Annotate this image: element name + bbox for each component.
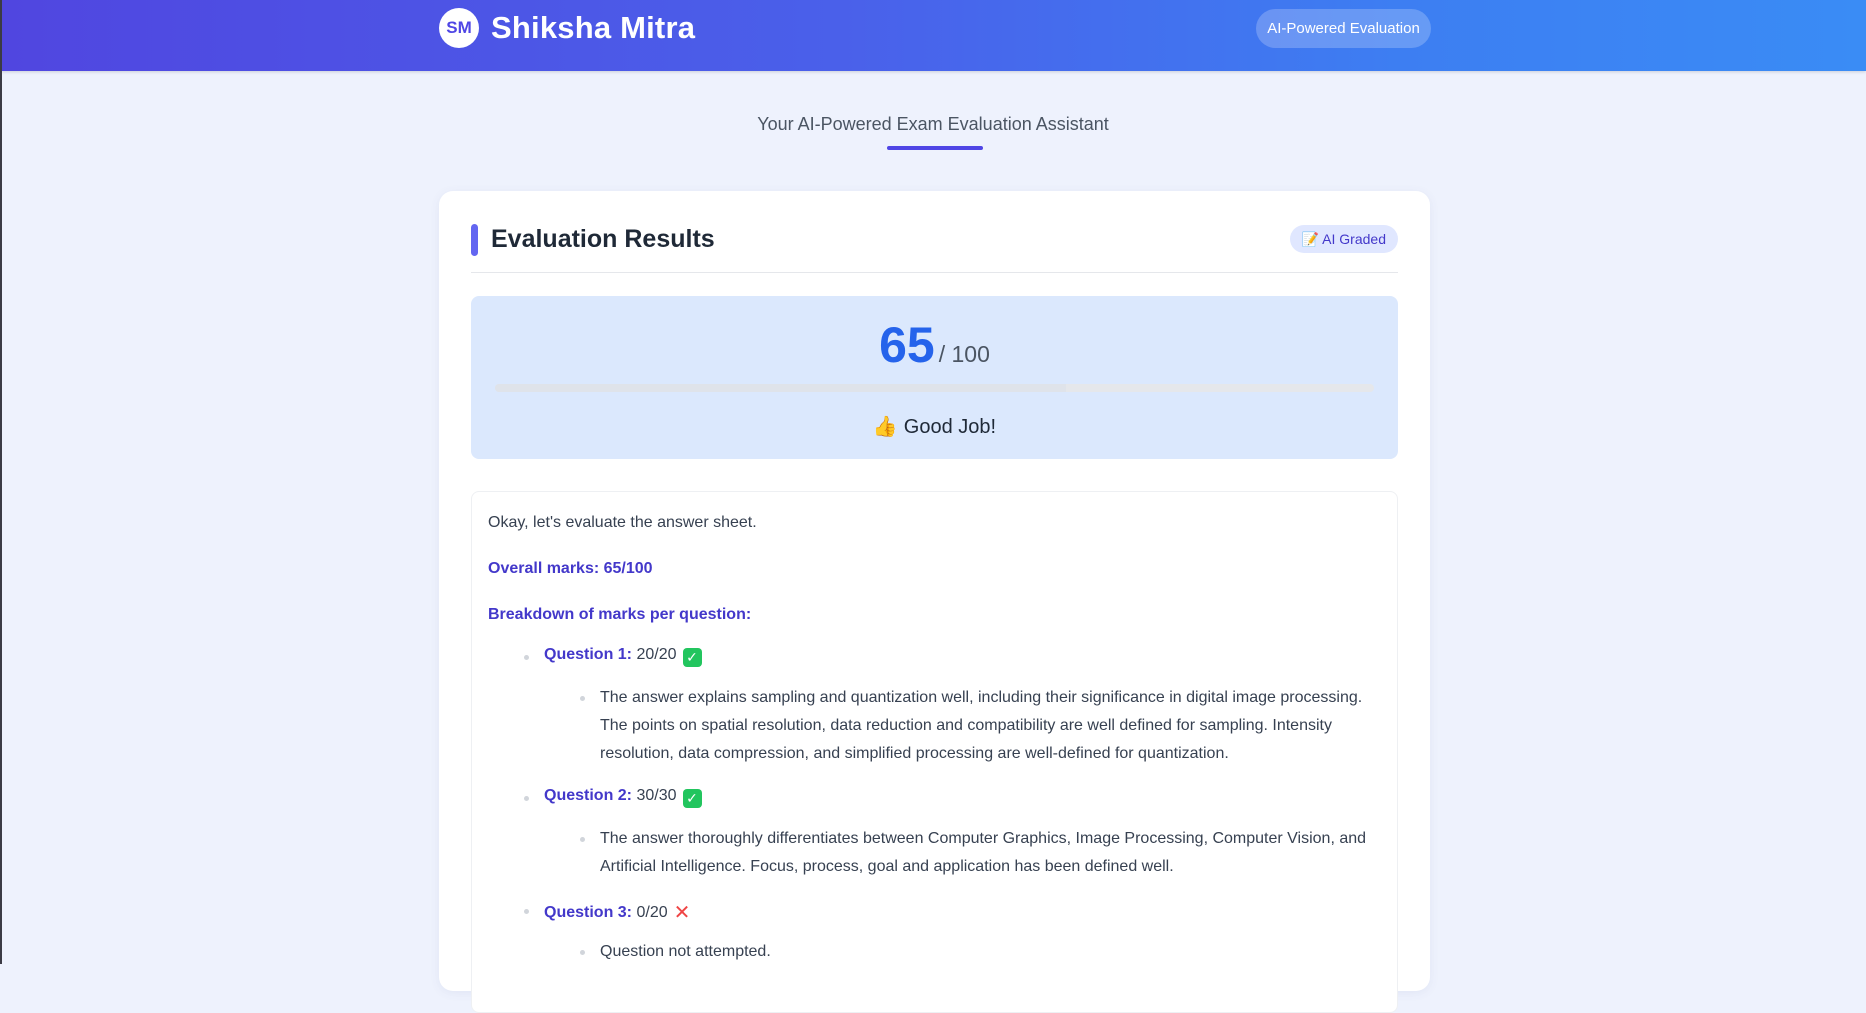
list-bullet	[524, 655, 529, 660]
question-item: Question 2: 30/30 ✓	[544, 787, 702, 808]
page-tagline: Your AI-Powered Exam Evaluation Assistan…	[757, 114, 1109, 134]
results-title: Evaluation Results	[491, 225, 715, 253]
list-bullet	[580, 950, 585, 955]
question-comment: Question not attempted.	[600, 943, 771, 960]
question-label: Question 2:	[544, 787, 633, 804]
check-icon: ✓	[682, 789, 702, 808]
cross-icon: ✕	[673, 902, 691, 924]
list-bullet	[524, 909, 529, 914]
title-accent-bar	[471, 224, 478, 256]
score-display: 65/ 100	[471, 316, 1398, 374]
question-marks: 0/20	[636, 904, 668, 921]
ai-graded-badge: 📝 AI Graded	[1289, 225, 1398, 253]
score-value: 65	[879, 317, 935, 373]
score-total: / 100	[938, 341, 990, 367]
question-marks: 20/20	[636, 646, 677, 663]
list-bullet	[580, 837, 585, 842]
score-progress-fill	[495, 384, 1067, 392]
card-header: Evaluation Results 📝 AI Graded	[471, 222, 1398, 273]
question-marks: 30/30	[636, 787, 677, 804]
question-comment: The answer explains sampling and quantiz…	[600, 689, 1363, 762]
overall-marks: Overall marks: 65/100	[488, 560, 653, 577]
feedback-intro: Okay, let's evaluate the answer sheet.	[488, 514, 757, 531]
window-edge	[0, 0, 2, 964]
score-message-text: Good Job!	[903, 416, 997, 438]
breakdown-heading: Breakdown of marks per question:	[488, 606, 752, 623]
list-bullet	[524, 796, 529, 801]
question-label: Question 1:	[544, 646, 633, 663]
app-name: Shiksha Mitra	[491, 10, 696, 45]
check-icon: ✓	[682, 648, 702, 667]
top-header: SM Shiksha Mitra AI-Powered Evaluation	[0, 0, 1866, 71]
feedback-panel: Okay, let's evaluate the answer sheet. O…	[471, 491, 1398, 1013]
question-label: Question 3:	[544, 904, 633, 921]
question-item: Question 3: 0/20 ✕	[544, 900, 690, 925]
thumbs-up-icon: 👍	[872, 416, 898, 438]
list-bullet	[580, 696, 585, 701]
ai-powered-badge: AI-Powered Evaluation	[1256, 9, 1431, 48]
question-item: Question 1: 20/20 ✓	[544, 646, 702, 667]
brand-logo[interactable]: SM Shiksha Mitra	[439, 8, 695, 48]
logo-icon: SM	[439, 8, 479, 48]
question-comment: The answer thoroughly differentiates bet…	[600, 830, 1367, 875]
score-message: 👍 Good Job!	[471, 414, 1398, 439]
score-panel: 65/ 100 👍 Good Job!	[471, 296, 1398, 459]
results-card: Evaluation Results 📝 AI Graded 65/ 100 👍…	[439, 191, 1430, 1013]
score-progress-bar	[495, 384, 1374, 392]
tagline-underline	[887, 146, 983, 150]
